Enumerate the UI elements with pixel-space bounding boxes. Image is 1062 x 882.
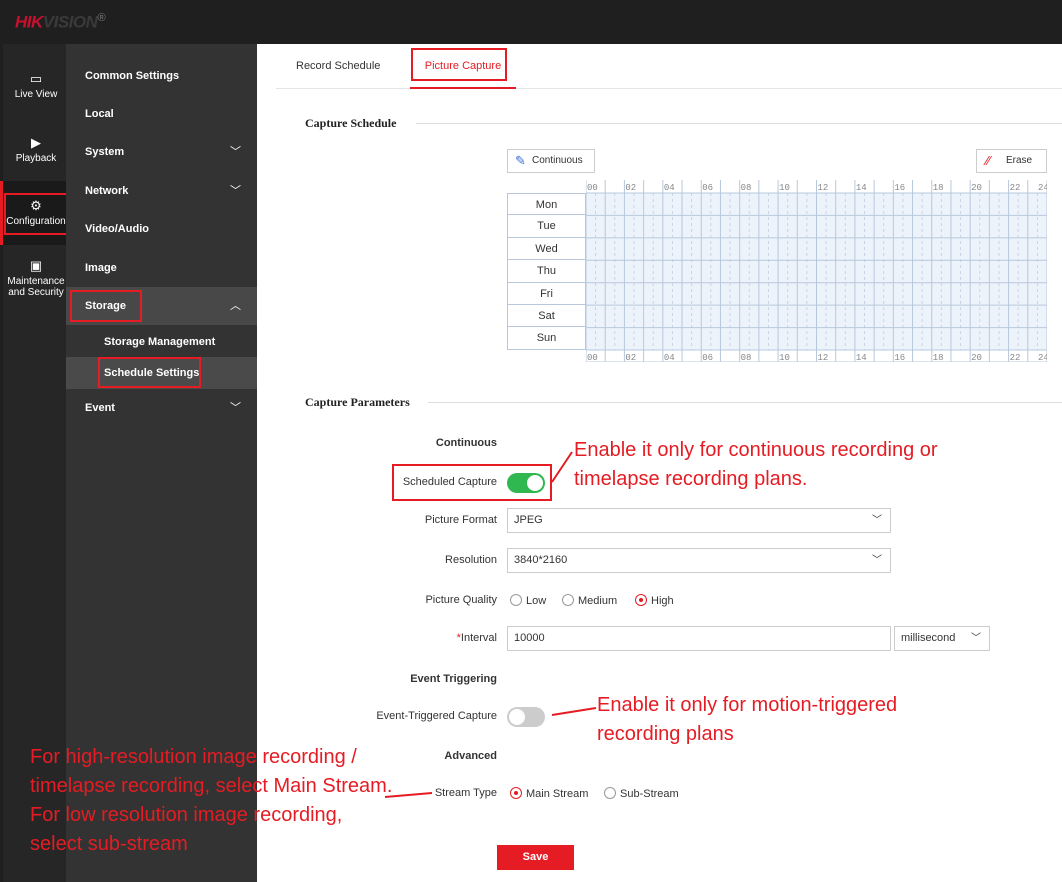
hour-tick-label: 12: [818, 183, 829, 193]
hour-tick-label: 04: [664, 353, 675, 362]
live-view-icon: ▭: [29, 71, 43, 86]
hour-tick-label: 16: [894, 183, 905, 193]
sub-stream-radio[interactable]: Sub-Stream: [604, 787, 679, 801]
day-label-sat: Sat: [507, 304, 586, 328]
nav-live-view[interactable]: ▭ Live View: [3, 71, 69, 101]
continuous-heading: Continuous: [435, 437, 497, 449]
hour-tick-label: 20: [971, 183, 982, 193]
quality-high-radio[interactable]: High: [635, 594, 674, 608]
interval-label: *Interval: [456, 632, 497, 644]
nav-playback[interactable]: ▶ Playback: [3, 135, 69, 165]
event-triggering-heading: Event Triggering: [410, 673, 497, 685]
day-label-wed: Wed: [507, 237, 586, 261]
hour-tick-label: 10: [779, 183, 790, 193]
hour-tick-label: 04: [664, 183, 675, 193]
hour-tick-label: 08: [741, 353, 752, 362]
brush-icon: ✎: [515, 153, 526, 168]
highlight-box: [411, 48, 507, 81]
day-label-mon: Mon: [507, 193, 586, 216]
eraser-icon: ⁄⁄: [986, 153, 991, 168]
event-capture-label: Event-Triggered Capture: [376, 710, 497, 722]
capture-parameters-title: Capture Parameters: [305, 395, 410, 409]
menu-event[interactable]: Event ﹀: [66, 389, 257, 427]
hour-tick-label: 24: [1038, 353, 1047, 362]
hour-tick-label: 20: [971, 353, 982, 362]
hour-tick-label: 02: [625, 183, 636, 193]
annotation-stream: For high-resolution image recording / ti…: [30, 746, 393, 855]
highlight-box: [392, 464, 552, 501]
menu-storage-management[interactable]: Storage Management: [66, 326, 257, 358]
day-label-fri: Fri: [507, 282, 586, 305]
hour-tick-label: 16: [894, 353, 905, 362]
chevron-down-icon: ﹀: [230, 185, 241, 197]
quality-low-radio[interactable]: Low: [510, 594, 546, 608]
hour-tick-label: 14: [856, 353, 867, 362]
hour-tick-label: 18: [933, 183, 944, 193]
chevron-down-icon: ﹀: [872, 515, 882, 526]
menu-image[interactable]: Image: [66, 249, 257, 287]
tab-record-schedule[interactable]: Record Schedule: [296, 44, 380, 89]
maintenance-icon: ▣: [29, 258, 43, 273]
hour-tick-label: 00: [587, 183, 598, 193]
capture-schedule-title: Capture Schedule: [305, 116, 397, 130]
annotation-event: Enable it only for motion-triggered reco…: [597, 694, 898, 745]
hour-tick-label: 10: [779, 353, 790, 362]
day-label-tue: Tue: [507, 215, 586, 238]
menu-common-settings[interactable]: Common Settings: [66, 57, 257, 95]
playback-icon: ▶: [31, 135, 41, 150]
nav-maintenance[interactable]: ▣ Maintenance and Security: [3, 258, 69, 299]
highlight-box: [98, 357, 201, 388]
menu-local[interactable]: Local: [66, 95, 257, 133]
hour-tick-label: 06: [702, 183, 713, 193]
resolution-select[interactable]: 3840*2160 ﹀: [507, 548, 891, 573]
continuous-button[interactable]: ✎ Continuous: [507, 149, 595, 173]
highlight-box: [70, 290, 142, 322]
main-stream-radio[interactable]: Main Stream: [510, 787, 588, 801]
tab-bar: Record Schedule Picture Capture: [276, 44, 1062, 89]
save-button[interactable]: Save: [497, 845, 574, 870]
hour-tick-label: 22: [1010, 183, 1021, 193]
menu-video-audio[interactable]: Video/Audio: [66, 210, 257, 248]
picture-format-label: Picture Format: [424, 514, 497, 526]
divider: [428, 402, 1062, 403]
menu-system[interactable]: System ﹀: [66, 133, 257, 171]
erase-button[interactable]: ⁄⁄ Erase: [976, 149, 1047, 173]
hour-tick-label: 14: [856, 183, 867, 193]
hikvision-logo: HIKVISION®: [15, 12, 106, 32]
hour-tick-label: 00: [587, 353, 598, 362]
chevron-down-icon: ﹀: [230, 146, 241, 158]
day-label-thu: Thu: [507, 260, 586, 283]
annotation-scheduled: Enable it only for continuous recording …: [574, 439, 938, 490]
menu-network[interactable]: Network ﹀: [66, 172, 257, 210]
schedule-grid[interactable]: 00 00 02 02 04 04 06 06 08 08 10 10 12 12 14 14 16 16 18 18…: [586, 180, 1047, 362]
interval-unit-select[interactable]: millisecond ﹀: [894, 626, 990, 651]
day-label-sun: Sun: [507, 327, 586, 350]
hour-tick-label: 08: [741, 183, 752, 193]
hour-tick-label: 02: [625, 353, 636, 362]
hour-tick-label: 22: [1010, 353, 1021, 362]
divider: [416, 123, 1062, 124]
schedule-days: Mon Tue Wed Thu Fri Sat Sun: [507, 193, 586, 350]
quality-medium-radio[interactable]: Medium: [562, 594, 617, 608]
interval-input[interactable]: 10000: [507, 626, 891, 651]
chevron-down-icon: ﹀: [872, 555, 882, 566]
top-bar: HIKVISION®: [0, 0, 1062, 44]
chevron-down-icon: ﹀: [230, 402, 241, 414]
picture-format-select[interactable]: JPEG ﹀: [507, 508, 891, 533]
hour-tick-label: 06: [702, 353, 713, 362]
hour-tick-label: 18: [933, 353, 944, 362]
resolution-label: Resolution: [445, 554, 497, 566]
event-capture-toggle[interactable]: [507, 707, 545, 727]
highlight-box: [4, 193, 70, 235]
chevron-up-icon: ︿: [230, 300, 241, 312]
hour-tick-label: 24: [1038, 183, 1047, 193]
hour-tick-label: 12: [818, 353, 829, 362]
picture-quality-label: Picture Quality: [425, 594, 497, 606]
chevron-down-icon: ﹀: [971, 633, 981, 644]
